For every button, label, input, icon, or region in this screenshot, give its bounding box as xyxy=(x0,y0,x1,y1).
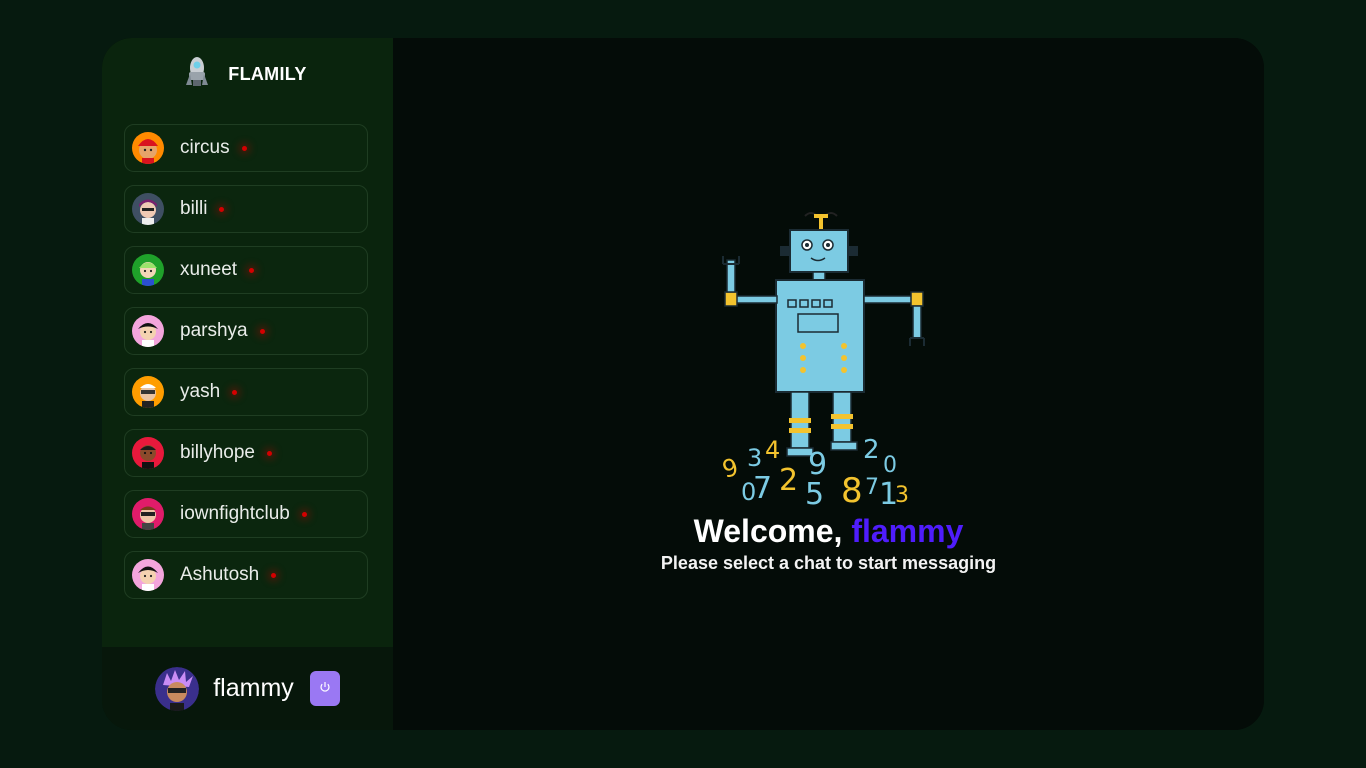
contact-name: parshya xyxy=(180,320,248,341)
rocket-logo-icon xyxy=(180,55,214,94)
svg-text:2: 2 xyxy=(863,435,880,465)
svg-text:0: 0 xyxy=(883,453,897,478)
svg-text:8: 8 xyxy=(841,471,863,508)
current-user-bar: flammy xyxy=(102,647,393,730)
status-indicator xyxy=(232,389,238,395)
contact-name: xuneet xyxy=(180,259,238,280)
welcome-greeting: Welcome, xyxy=(693,513,843,549)
sidebar: FLAMILY circus billi xuneet parshya yash… xyxy=(102,38,393,730)
brand-title: FLAMILY xyxy=(228,63,307,84)
avatar xyxy=(132,498,164,530)
contact-item[interactable]: yash xyxy=(124,368,368,416)
chat-app: FLAMILY circus billi xuneet parshya yash… xyxy=(102,38,1264,730)
contact-item[interactable]: parshya xyxy=(124,307,368,355)
contact-name: Ashutosh xyxy=(180,564,260,585)
brand-header: FLAMILY xyxy=(102,38,393,110)
contact-name: circus xyxy=(180,137,230,158)
welcome-panel: 9 3 4 0 7 2 9 5 8 2 0 7 1 3 Welcome, fla… xyxy=(393,38,1264,730)
current-user-avatar xyxy=(155,666,200,711)
status-indicator xyxy=(249,267,255,273)
current-user-name: flammy xyxy=(213,674,294,702)
status-indicator xyxy=(219,206,225,212)
contact-list: circus billi xuneet parshya yash billyho… xyxy=(102,110,393,599)
contact-item[interactable]: xuneet xyxy=(124,246,368,294)
avatar xyxy=(132,132,164,164)
welcome-subtitle: Please select a chat to start messaging xyxy=(660,553,997,573)
contact-item[interactable]: iownfightclub xyxy=(124,490,368,538)
status-indicator xyxy=(259,328,265,334)
avatar xyxy=(132,559,164,591)
welcome-username: flammy xyxy=(851,513,964,549)
svg-text:9: 9 xyxy=(719,453,741,484)
svg-text:5: 5 xyxy=(805,477,824,508)
status-indicator xyxy=(267,450,272,456)
status-indicator xyxy=(301,511,307,517)
avatar xyxy=(132,254,164,286)
contact-item[interactable]: billyhope xyxy=(124,429,368,477)
svg-text:3: 3 xyxy=(747,444,762,472)
robot-illustration: 9 3 4 0 7 2 9 5 8 2 0 7 1 3 xyxy=(713,208,933,513)
svg-text:7: 7 xyxy=(865,475,879,500)
avatar xyxy=(132,315,164,347)
contact-item[interactable]: billi xyxy=(124,185,368,233)
welcome-heading: Welcome, flammy xyxy=(393,513,1264,550)
svg-text:7: 7 xyxy=(753,471,772,506)
avatar xyxy=(132,193,164,225)
avatar xyxy=(132,376,164,408)
svg-text:2: 2 xyxy=(779,463,798,498)
contact-name: iownfightclub xyxy=(180,503,290,524)
svg-text:4: 4 xyxy=(765,436,780,464)
status-indicator xyxy=(241,145,247,151)
contact-item[interactable]: Ashutosh xyxy=(124,551,368,599)
logout-button[interactable] xyxy=(309,671,340,706)
contact-name: billi xyxy=(180,198,208,219)
status-indicator xyxy=(271,572,277,578)
contact-name: billyhope xyxy=(180,442,255,463)
contact-name: yash xyxy=(180,381,221,402)
power-icon xyxy=(319,681,331,696)
contact-item[interactable]: circus xyxy=(124,124,368,172)
svg-text:3: 3 xyxy=(895,483,909,508)
avatar xyxy=(132,437,164,469)
